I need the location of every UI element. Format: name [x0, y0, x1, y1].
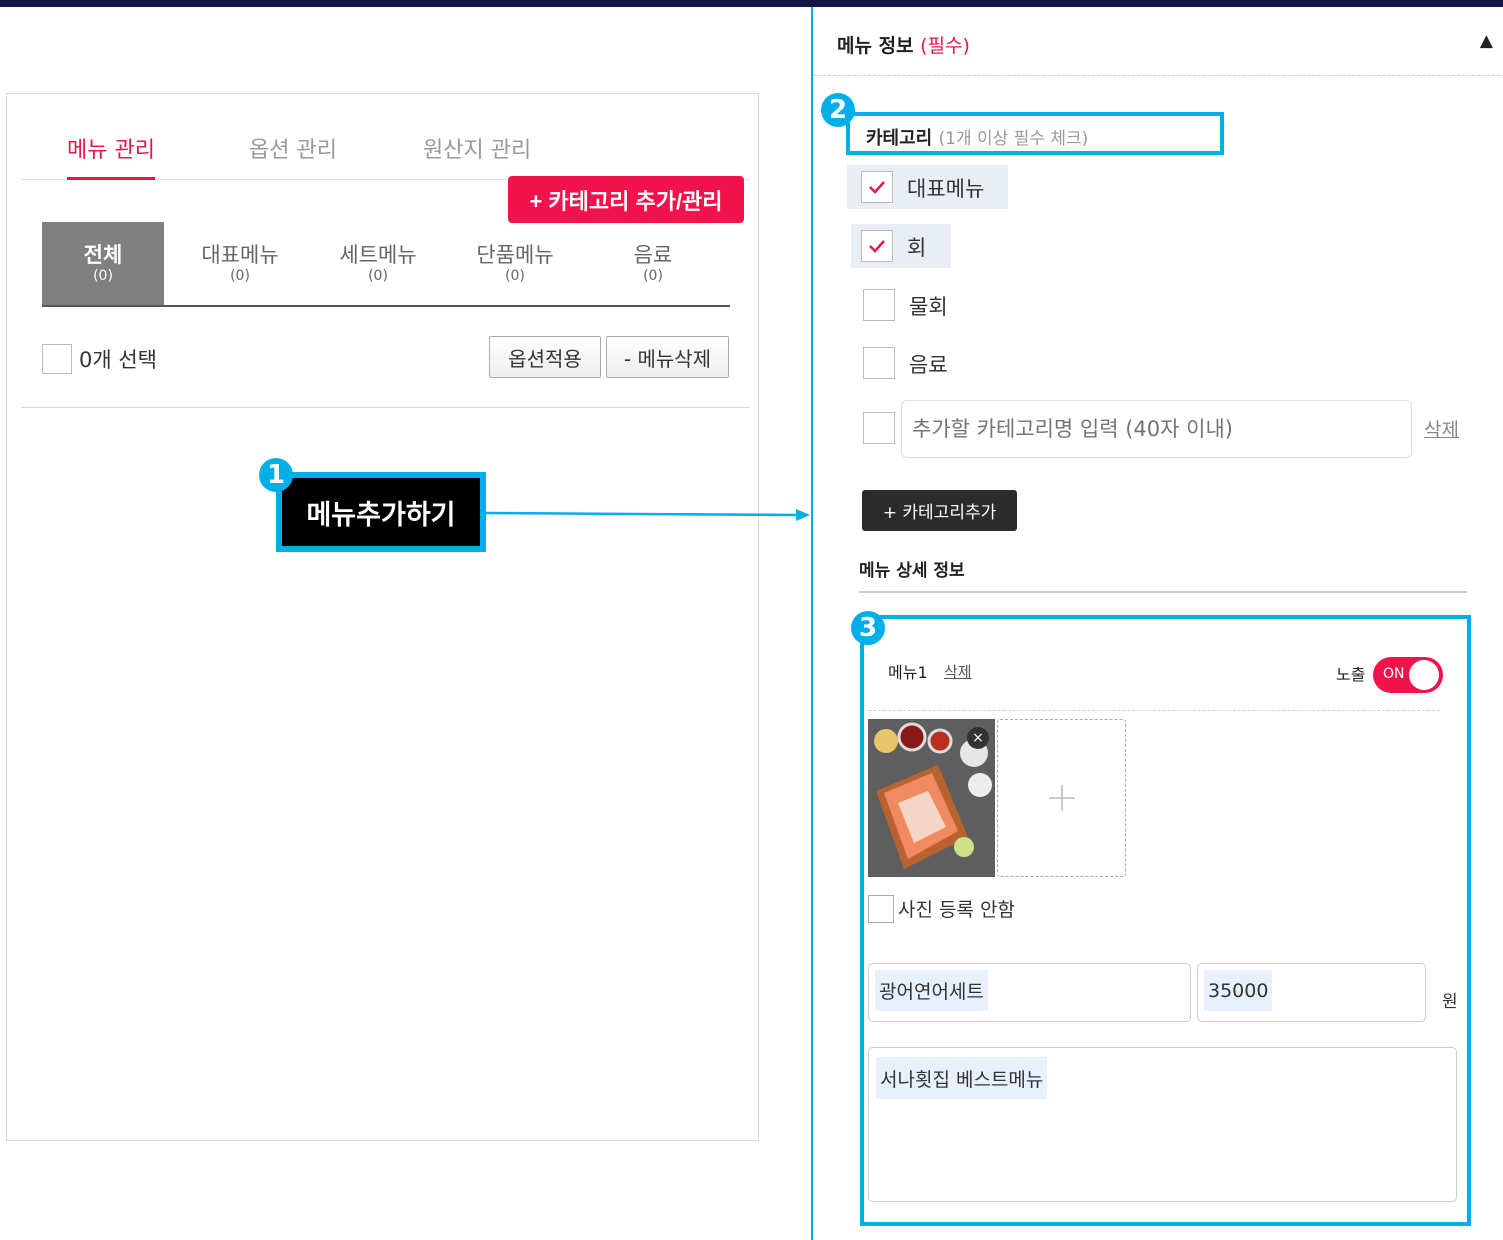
currency-label: 원 — [1442, 992, 1458, 1012]
selected-count-label: 0개 선택 — [79, 348, 157, 372]
price-field[interactable]: 35000 — [1197, 963, 1426, 1022]
category-item-sashimi[interactable]: 회 — [851, 224, 951, 268]
subtab-all[interactable]: 전체 (0) — [42, 222, 164, 305]
required-label: (필수) — [920, 35, 970, 57]
selection-row: 0개 선택 옵션적용 - 메뉴삭제 — [21, 328, 750, 408]
new-category-checkbox[interactable] — [863, 412, 895, 444]
expose-toggle-state: ON — [1383, 666, 1405, 682]
category-checkbox[interactable] — [863, 347, 895, 379]
category-subtabs: 전체 (0) 대표메뉴 (0) 세트메뉴 (0) 단품메뉴 (0) 음료 (0) — [42, 222, 730, 307]
category-title: 카테고리 (1개 이상 필수 체크) — [866, 124, 1088, 150]
category-item-mulhoe[interactable]: 물회 — [849, 283, 999, 327]
check-icon — [869, 181, 885, 194]
category-checkbox[interactable] — [861, 230, 893, 262]
subtab-name: 세트메뉴 — [339, 242, 417, 267]
tab-menu-management[interactable]: 메뉴 관리 — [67, 132, 155, 180]
category-label: 대표메뉴 — [907, 177, 985, 201]
category-hint: (1개 이상 필수 체크) — [938, 129, 1089, 149]
tab-option-management[interactable]: 옵션 관리 — [249, 132, 337, 178]
add-menu-button-label: 메뉴추가하기 — [282, 478, 480, 546]
subtab-count: (0) — [643, 267, 663, 284]
tab-origin-management[interactable]: 원산지 관리 — [423, 132, 531, 178]
flow-arrow-icon — [486, 509, 810, 521]
category-highlight-box: 카테고리 (1개 이상 필수 체크) — [846, 112, 1224, 155]
price-value: 35000 — [1204, 970, 1273, 1011]
category-checkbox[interactable] — [861, 171, 893, 203]
menu-photo: × — [868, 719, 995, 877]
subtab-count: (0) — [505, 267, 525, 284]
category-item-signature[interactable]: 대표메뉴 — [847, 165, 1008, 209]
step-badge-2: 2 — [821, 93, 855, 127]
category-label: 회 — [907, 236, 927, 260]
expose-toggle[interactable]: ON — [1373, 657, 1443, 693]
top-bar — [0, 0, 1503, 7]
subtab-name: 대표메뉴 — [201, 242, 279, 267]
menu-description-field[interactable]: 서나횟집 베스트메뉴 — [868, 1047, 1457, 1202]
main-tabs: 메뉴 관리 옵션 관리 원산지 관리 — [21, 94, 750, 180]
subtab-set[interactable]: 세트메뉴 (0) — [317, 222, 439, 305]
subtab-name: 단품메뉴 — [476, 242, 554, 267]
no-photo-checkbox[interactable] — [868, 895, 894, 923]
select-all-checkbox[interactable] — [42, 344, 72, 374]
category-label: 음료 — [909, 353, 948, 377]
category-label: 물회 — [909, 295, 948, 319]
category-item-drinks[interactable]: 음료 — [849, 341, 999, 385]
toggle-knob — [1409, 660, 1439, 690]
menu-detail-highlight-box: 메뉴1 삭제 노출 ON × 사진 등록 안함 광어연어세트 35000 원 서… — [860, 615, 1471, 1226]
delete-menu-button[interactable]: - 메뉴삭제 — [606, 336, 729, 378]
new-category-delete-link[interactable]: 삭제 — [1424, 415, 1459, 442]
photo-remove-icon[interactable]: × — [967, 727, 989, 749]
check-icon — [869, 240, 885, 253]
menu-info-title-text: 메뉴 정보 — [837, 35, 914, 57]
no-photo-label: 사진 등록 안함 — [898, 899, 1015, 921]
menu-item-name: 메뉴1 — [888, 663, 928, 682]
subtab-signature[interactable]: 대표메뉴 (0) — [179, 222, 301, 305]
subtab-drinks[interactable]: 음료 (0) — [592, 222, 714, 305]
menu-detail-title: 메뉴 상세 정보 — [859, 556, 1467, 593]
menu-item-delete-link[interactable]: 삭제 — [944, 661, 972, 682]
subtab-single[interactable]: 단품메뉴 (0) — [454, 222, 576, 305]
expose-label: 노출 — [1336, 665, 1366, 684]
photo-add-slot[interactable] — [997, 719, 1126, 877]
add-category-button[interactable]: + 카테고리추가 — [862, 490, 1017, 531]
collapse-up-icon[interactable]: ▲ — [1480, 31, 1493, 51]
plus-icon — [1048, 785, 1075, 811]
menu-info-header[interactable]: 메뉴 정보 (필수) ▲ — [813, 7, 1503, 76]
menu-info-panel: 메뉴 정보 (필수) ▲ 카테고리 (1개 이상 필수 체크) 2 대표메뉴 회… — [811, 7, 1503, 1240]
category-title-text: 카테고리 — [866, 128, 933, 149]
menu-name-value: 광어연어세트 — [875, 970, 988, 1011]
subtab-count: (0) — [230, 267, 250, 284]
menu-info-title: 메뉴 정보 (필수) — [837, 31, 970, 58]
subtab-count: (0) — [93, 267, 113, 284]
category-add-manage-button[interactable]: + 카테고리 추가/관리 — [508, 176, 744, 223]
step-badge-1: 1 — [259, 458, 293, 492]
step-badge-3: 3 — [851, 611, 885, 645]
apply-option-button[interactable]: 옵션적용 — [489, 336, 601, 378]
menu-item-header: 메뉴1 삭제 노출 ON — [868, 639, 1443, 711]
menu-management-panel: 메뉴 관리 옵션 관리 원산지 관리 + 카테고리 추가/관리 전체 (0) 대… — [6, 93, 759, 1141]
menu-name-field[interactable]: 광어연어세트 — [868, 963, 1191, 1022]
subtab-count: (0) — [368, 267, 388, 284]
subtab-name: 전체 — [83, 242, 123, 267]
new-category-input[interactable] — [901, 400, 1412, 458]
category-checkbox[interactable] — [863, 289, 895, 321]
add-menu-button[interactable]: 메뉴추가하기 — [276, 472, 486, 552]
subtab-name: 음료 — [633, 242, 673, 267]
menu-description-value: 서나횟집 베스트메뉴 — [876, 1057, 1048, 1099]
